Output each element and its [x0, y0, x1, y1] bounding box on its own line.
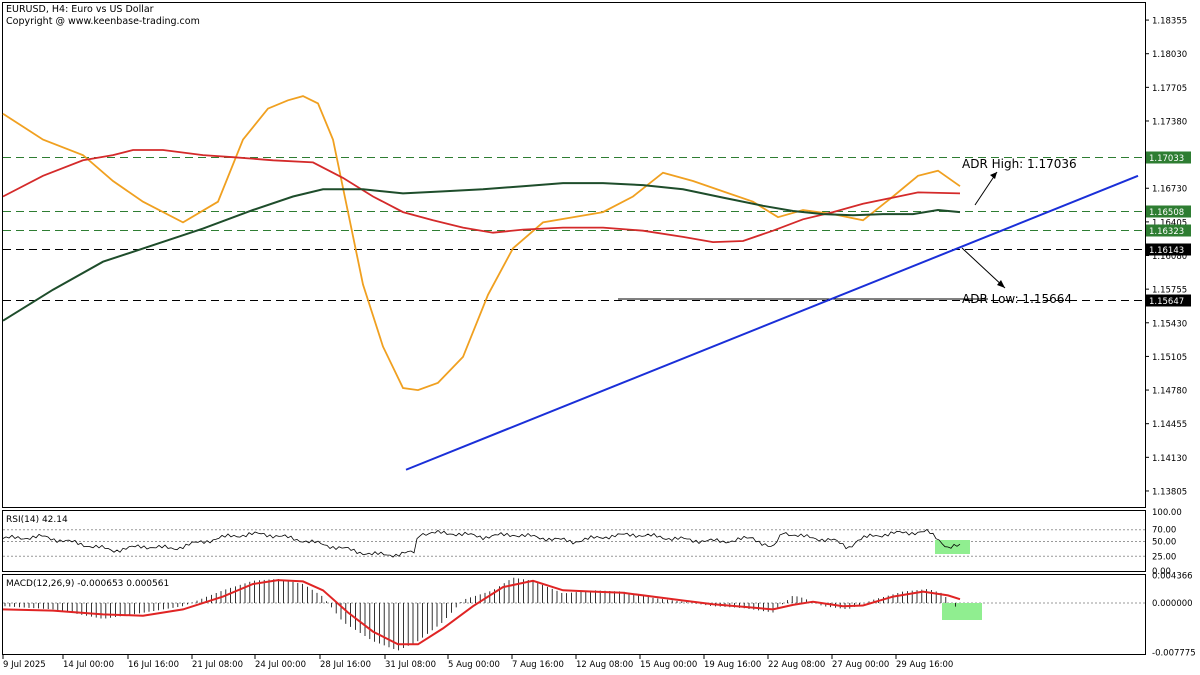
rsi-tick-label: 25.00 — [1152, 552, 1176, 562]
price-tick-label: 1.15755 — [1152, 286, 1187, 296]
time-tick-label: 29 Aug 16:00 — [896, 660, 953, 670]
macd-tick-label: 0.004366 — [1152, 571, 1193, 581]
time-tick-label: 15 Aug 00:00 — [640, 660, 697, 670]
price-tick-label: 1.18030 — [1152, 50, 1187, 60]
price-tick-label: 1.18355 — [1152, 17, 1187, 27]
time-tick-label: 5 Aug 00:00 — [448, 660, 500, 670]
price-tick-label: 1.17380 — [1152, 117, 1187, 127]
adr-low-arrow — [961, 247, 1006, 289]
price-tick-label: 1.14455 — [1152, 420, 1187, 430]
level-tag-label: 1.17033 — [1149, 154, 1184, 164]
rsi-tick-label: 50.00 — [1152, 538, 1176, 548]
macd-label: MACD(12,26,9) -0.000653 0.000561 — [6, 579, 169, 589]
price-tick-label: 1.15430 — [1152, 319, 1187, 329]
macd-signal-line — [2, 579, 961, 646]
macd-highlight — [942, 603, 982, 620]
chart-window: ADR High: 1.17036 ADR Low: 1.15664 1.1835… — [0, 0, 1200, 675]
level-tag-label: 1.16323 — [1149, 227, 1184, 237]
price-tick-label: 1.13805 — [1152, 487, 1187, 497]
time-tick-label: 12 Aug 08:00 — [576, 660, 633, 670]
adr-low-label: ADR Low: 1.15664 — [962, 292, 1072, 306]
time-tick-label: 27 Aug 00:00 — [832, 660, 889, 670]
level-tag-label: 1.16508 — [1149, 208, 1184, 218]
price-tick-label: 1.14130 — [1152, 454, 1187, 464]
macd-tick-label: -0.007775 — [1152, 648, 1196, 658]
rsi-panel-frame — [2, 510, 1146, 572]
main-panel-frame — [2, 2, 1146, 508]
time-tick-label: 19 Aug 16:00 — [704, 660, 761, 670]
level-tag-label: 1.16143 — [1149, 246, 1184, 256]
rsi-label: RSI(14) 42.14 — [6, 515, 68, 525]
time-tick-label: 21 Jul 08:00 — [192, 660, 243, 670]
time-tick-label: 31 Jul 08:00 — [385, 660, 436, 670]
time-tick-label: 7 Aug 16:00 — [512, 660, 564, 670]
time-tick-label: 9 Jul 2025 — [3, 660, 46, 670]
price-tick-label: 1.17705 — [1152, 84, 1187, 94]
rsi-line — [2, 528, 961, 558]
price-tick-label: 1.16730 — [1152, 185, 1187, 195]
trendline — [405, 174, 1139, 471]
price-tick-label: 1.14780 — [1152, 387, 1187, 397]
ma-line-mid — [2, 149, 961, 244]
rsi-tick-label: 70.00 — [1152, 526, 1176, 536]
macd-tick-label: 0.000000 — [1152, 599, 1193, 609]
ma-line-fast — [2, 95, 961, 392]
price-tick-label: 1.15105 — [1152, 353, 1187, 363]
time-tick-label: 24 Jul 00:00 — [255, 660, 306, 670]
chart-copyright: Copyright @ www.keenbase-trading.com — [6, 16, 200, 27]
adr-high-label: ADR High: 1.17036 — [962, 157, 1077, 171]
time-tick-label: 16 Jul 16:00 — [128, 660, 179, 670]
chart-canvas: ADR High: 1.17036 ADR Low: 1.15664 1.1835… — [2, 2, 1196, 670]
level-tag-label: 1.15647 — [1149, 297, 1184, 307]
chart-title: EURUSD, H4: Euro vs US Dollar — [6, 4, 154, 15]
time-tick-label: 28 Jul 16:00 — [320, 660, 371, 670]
rsi-tick-label: 100.00 — [1152, 508, 1182, 518]
time-tick-label: 14 Jul 00:00 — [63, 660, 114, 670]
time-tick-label: 22 Aug 08:00 — [768, 660, 825, 670]
